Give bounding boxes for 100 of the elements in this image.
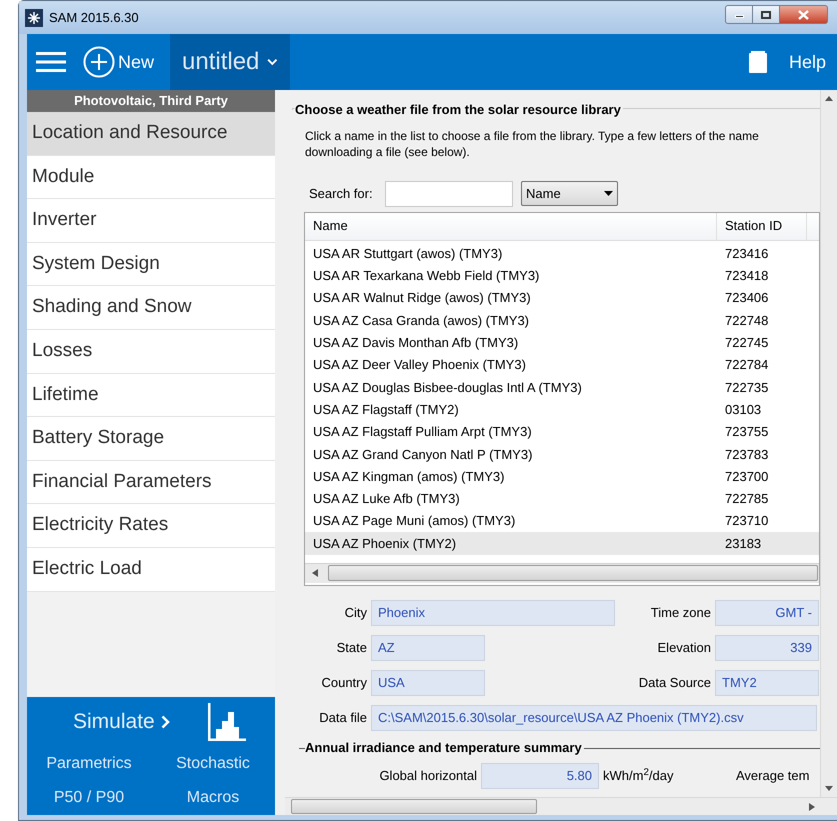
description-text: Click a name in the list to choose a file from the library. Type a few letters of the name downloading a file (see below). (304, 128, 760, 160)
table-cell-text: 722745 (724, 334, 768, 352)
close-button[interactable] (780, 5, 828, 24)
window-title: SAM 2015.6.30 (49, 8, 139, 27)
table-row[interactable]: USA AR Stuttgart (awos) (TMY3) 723416 (305, 242, 819, 265)
sidebar-item[interactable]: Financial Parameters (27, 460, 275, 504)
table-row[interactable]: USA AZ Flagstaff (TMY2) 03103 (305, 398, 819, 421)
table-row[interactable]: USA AZ Kingman (amos) (TMY3) 723700 (305, 465, 819, 488)
table-cell-text: 723418 (724, 267, 768, 286)
table-row[interactable]: USA AZ Deer Valley Phoenix (TMY3) 722784 (305, 354, 819, 376)
table-cell-text: 23183 (724, 534, 762, 553)
maximize-button[interactable] (753, 5, 780, 24)
table-row[interactable]: USA AR Texarkana Webb Field (TMY3) 723418 (305, 264, 819, 288)
app-icon (25, 8, 43, 26)
book-icon (749, 51, 767, 73)
value-field[interactable]: 339 (715, 635, 819, 661)
field-label: Elevation (656, 639, 712, 658)
sidebar-item[interactable]: Shading and Snow (27, 286, 275, 330)
table-cell-text: 723700 (724, 468, 768, 486)
table-row[interactable]: USA AZ Luke Afb (TMY3) 722785 (305, 488, 819, 510)
bar-chart-icon[interactable] (208, 703, 246, 741)
search-by-dropdown[interactable]: Name (521, 181, 618, 206)
unit-label: kWh/m$^{2}$/day (603, 766, 674, 785)
sidebar-item[interactable]: Losses (27, 330, 275, 374)
sidebar-header: Photovoltaic, Third Party (27, 90, 275, 112)
value-field[interactable]: AZ (371, 635, 485, 661)
table-cell-text: 723406 (724, 289, 768, 308)
table-row[interactable]: USA AZ Page Muni (amos) (TMY3) 723710 (305, 510, 819, 532)
help-button[interactable]: Help (789, 48, 837, 76)
table-cell-text: 722748 (724, 312, 768, 330)
field-label: City (344, 604, 368, 622)
table-cell-text: USA AZ Flagstaff Pulliam Arpt (TMY3) (312, 423, 533, 442)
close-icon (798, 10, 809, 20)
sidebar-link[interactable]: Stochastic (151, 747, 275, 781)
field-label: Country (320, 674, 368, 692)
table-cell-text: USA AZ Grand Canyon Natl P (TMY3) (312, 446, 534, 464)
vertical-scrollbar[interactable] (820, 90, 837, 797)
table-cell-text: USA AZ Kingman (amos) (TMY3) (312, 468, 506, 486)
column-header[interactable]: Name (305, 212, 717, 240)
field-label: Global horizontal (378, 766, 478, 785)
down-arrow-icon (825, 786, 833, 791)
field-label: Average tem (736, 766, 810, 785)
sidebar-item[interactable]: Lifetime (27, 374, 275, 418)
simulate-button[interactable]: Simulate (73, 706, 170, 738)
field-label: Time zone (650, 604, 712, 622)
field-label: Data Source (638, 674, 712, 692)
table-row[interactable]: USA AZ Flagstaff Pulliam Arpt (TMY3) 723755 (305, 420, 819, 444)
field-label: State (336, 639, 368, 658)
table-row[interactable]: USA AZ Douglas Bisbee-douglas Intl A (TMY3) 722735 (305, 376, 819, 399)
table-cell-text: 723783 (724, 446, 768, 464)
table-cell-text: USA AZ Douglas Bisbee-douglas Intl A (TMY3) (312, 378, 583, 397)
table-cell-text: USA AZ Flagstaff (TMY2) (312, 400, 460, 419)
value-field[interactable]: Phoenix (371, 600, 615, 626)
plus-icon (83, 46, 115, 78)
sidebar-link[interactable]: Macros (151, 781, 275, 815)
table-row[interactable]: USA AZ Davis Monthan Afb (TMY3) 722745 (305, 332, 819, 354)
search-label: Search for: (309, 184, 374, 203)
table-cell-text: 723416 (724, 244, 768, 263)
table-cell-text: 723755 (724, 423, 768, 442)
horizontal-scrollbar[interactable] (305, 562, 819, 582)
value-field[interactable]: 5.80 (481, 762, 599, 788)
table-row[interactable]: USA AZ Grand Canyon Natl P (TMY3) 723783 (305, 443, 819, 466)
table-row[interactable]: USA AZ Casa Granda (awos) (TMY3) 722748 (305, 309, 819, 332)
horizontal-scrollbar[interactable] (285, 797, 837, 815)
sidebar-item[interactable]: Electricity Rates (27, 504, 275, 548)
up-arrow-icon (825, 96, 833, 101)
sidebar-item[interactable]: System Design (27, 242, 275, 286)
table-cell-text: 722785 (724, 490, 768, 508)
search-field[interactable] (385, 180, 513, 206)
value-field[interactable]: C:\SAM\2015.6.30\solar_resource\USA AZ Phoenix (TMY2).csv (371, 705, 817, 731)
table-row[interactable]: USA AZ Phoenix (TMY2) 23183 (305, 532, 819, 555)
table-cell-text: USA AZ Casa Granda (awos) (TMY3) (312, 312, 530, 330)
sidebar-link[interactable]: P50 / P90 (27, 781, 151, 815)
chevron-down-icon (267, 57, 278, 67)
chevron-right-icon (160, 715, 170, 729)
file-tab[interactable]: untitled (170, 34, 290, 90)
value-field[interactable]: GMT - (715, 600, 819, 626)
column-header[interactable]: Station ID (717, 212, 807, 240)
table-cell-text: USA AZ Davis Monthan Afb (TMY3) (312, 334, 520, 352)
value-field[interactable]: TMY2 (715, 670, 819, 696)
field-label: Data file (318, 709, 368, 728)
sidebar-item[interactable]: Inverter (27, 199, 275, 243)
sidebar-item[interactable]: Module (27, 156, 275, 200)
new-button[interactable]: New (83, 34, 154, 90)
table-cell-text: USA AZ Deer Valley Phoenix (TMY3) (312, 356, 527, 374)
sidebar-item[interactable]: Electric Load (27, 548, 275, 592)
table-cell-text: USA AZ Luke Afb (TMY3) (312, 490, 461, 508)
caret-icon (604, 191, 613, 196)
menu-icon[interactable] (36, 51, 66, 73)
table-row[interactable]: USA AR Walnut Ridge (awos) (TMY3) 723406 (305, 287, 819, 310)
value-field[interactable]: USA (371, 670, 485, 696)
sidebar-item[interactable]: Location and Resource (27, 112, 275, 156)
minimize-button[interactable] (725, 5, 753, 24)
sidebar-item[interactable]: Battery Storage (27, 417, 275, 461)
table-cell-text: USA AR Texarkana Webb Field (TMY3) (312, 267, 540, 286)
sidebar-link[interactable]: Parametrics (27, 747, 151, 781)
right-arrow-icon (809, 802, 815, 810)
table-cell-text: USA AR Stuttgart (awos) (TMY3) (312, 244, 504, 263)
table-cell-text: USA AZ Page Muni (amos) (TMY3) (312, 512, 516, 530)
left-arrow-icon (312, 569, 318, 577)
